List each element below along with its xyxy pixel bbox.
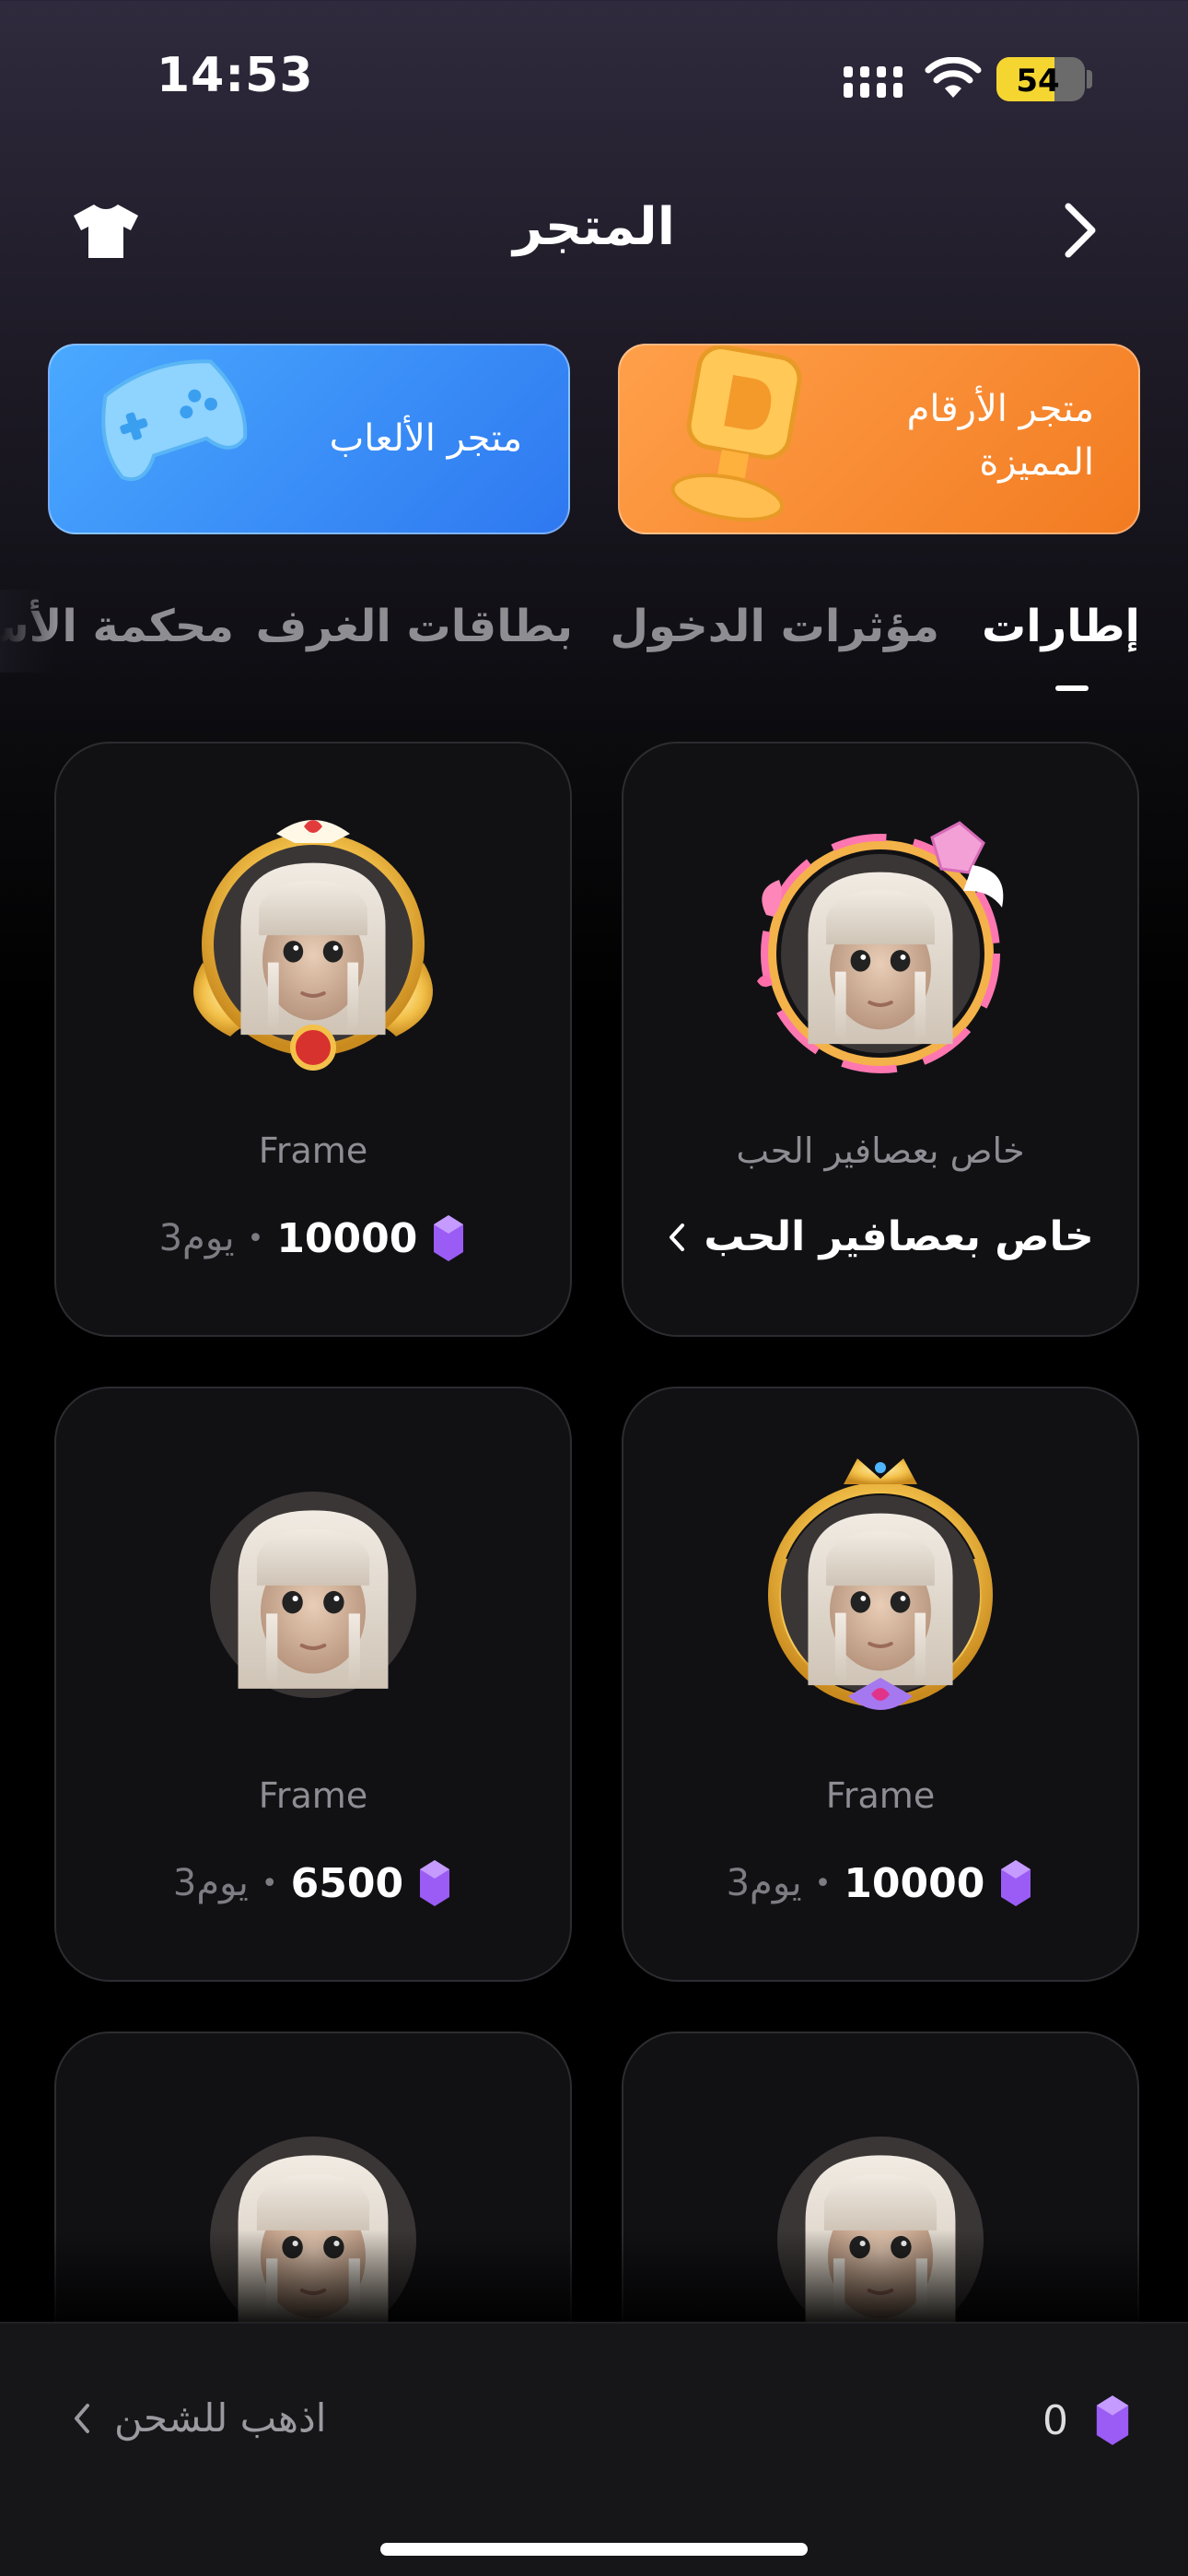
love-birds-frame-icon xyxy=(757,821,1004,1073)
card-subtitle: Frame xyxy=(825,1775,936,1816)
special-numbers-banner[interactable]: متجر الأرقام المميزة xyxy=(618,344,1140,534)
product-card[interactable]: Frame 3يوم • 6500 xyxy=(54,1387,572,1982)
card-price: 3يوم • 10000 xyxy=(623,1858,1137,1908)
price-duration: 3يوم xyxy=(726,1862,802,1904)
gem-icon xyxy=(434,1215,464,1261)
card-exclusive-link[interactable]: خاص بعصافير الحب xyxy=(623,1213,1137,1260)
game-store-label: متجر الألعاب xyxy=(329,417,522,460)
battery-icon: 54 xyxy=(996,57,1085,101)
product-card[interactable]: خاص بعصافير الحب خاص بعصافير الحب xyxy=(622,742,1139,1337)
tab-entry-effects[interactable]: مؤثرات الدخول xyxy=(610,601,939,652)
gem-icon xyxy=(420,1860,450,1906)
price-duration: 3يوم xyxy=(172,1862,249,1904)
tab-frames[interactable]: إطارات xyxy=(982,601,1140,652)
card-name: خاص بعصافير الحب xyxy=(704,1213,1094,1260)
card-price: 3يوم • 6500 xyxy=(56,1858,570,1908)
battery-nub xyxy=(1087,70,1092,88)
gem-icon xyxy=(1096,2395,1129,2445)
chevron-left-icon xyxy=(670,1223,685,1251)
price-separator: • xyxy=(261,1867,278,1900)
product-card[interactable]: Frame 3يوم • 10000 xyxy=(54,742,572,1337)
price-amount: 6500 xyxy=(290,1859,404,1907)
chevron-right-icon[interactable] xyxy=(1057,201,1103,260)
golden-wings-frame-icon xyxy=(193,820,433,1071)
card-price: 3يوم • 10000 xyxy=(56,1213,570,1263)
plain-frame-icon xyxy=(210,1492,416,1698)
gem-balance: 0 xyxy=(1042,2397,1068,2444)
home-indicator xyxy=(380,2543,808,2556)
tab-scroll-fade xyxy=(0,590,55,673)
status-time: 14:53 xyxy=(157,48,314,103)
price-separator: • xyxy=(814,1867,832,1900)
card-subtitle: Frame xyxy=(258,1130,368,1171)
recharge-label: اذهب للشحن xyxy=(114,2395,327,2441)
card-subtitle: خاص بعصافير الحب xyxy=(736,1130,1025,1171)
tab-room-cards[interactable]: بطاقات الغرف xyxy=(256,601,573,652)
recharge-link[interactable]: اذهب للشحن xyxy=(72,2395,326,2441)
price-amount: 10000 xyxy=(276,1214,418,1262)
active-tab-indicator xyxy=(1055,685,1089,691)
card-subtitle: Frame xyxy=(258,1775,368,1816)
trophy-icon xyxy=(670,345,802,521)
product-card[interactable]: Frame 3يوم • 10000 xyxy=(622,1387,1139,1982)
price-separator: • xyxy=(247,1222,264,1255)
special-numbers-label: متجر الأرقام المميزة xyxy=(906,388,1094,484)
chevron-left-icon xyxy=(75,2403,89,2433)
bottom-balance-bar: اذهب للشحن 0 xyxy=(0,2322,1188,2576)
battery-level: 54 xyxy=(1016,63,1060,100)
golden-laurel-crown-frame-icon xyxy=(768,1458,993,1710)
page-title: المتجر xyxy=(513,197,675,257)
price-duration: 3يوم xyxy=(158,1217,235,1259)
gem-icon xyxy=(1001,1860,1031,1906)
gamepad-icon xyxy=(101,359,248,482)
cellular-signal-icon xyxy=(844,66,903,98)
wifi-icon xyxy=(925,57,982,98)
price-amount: 10000 xyxy=(844,1859,985,1907)
game-store-banner[interactable]: متجر الألعاب xyxy=(48,344,570,534)
list-bottom-fade xyxy=(0,2230,1188,2322)
